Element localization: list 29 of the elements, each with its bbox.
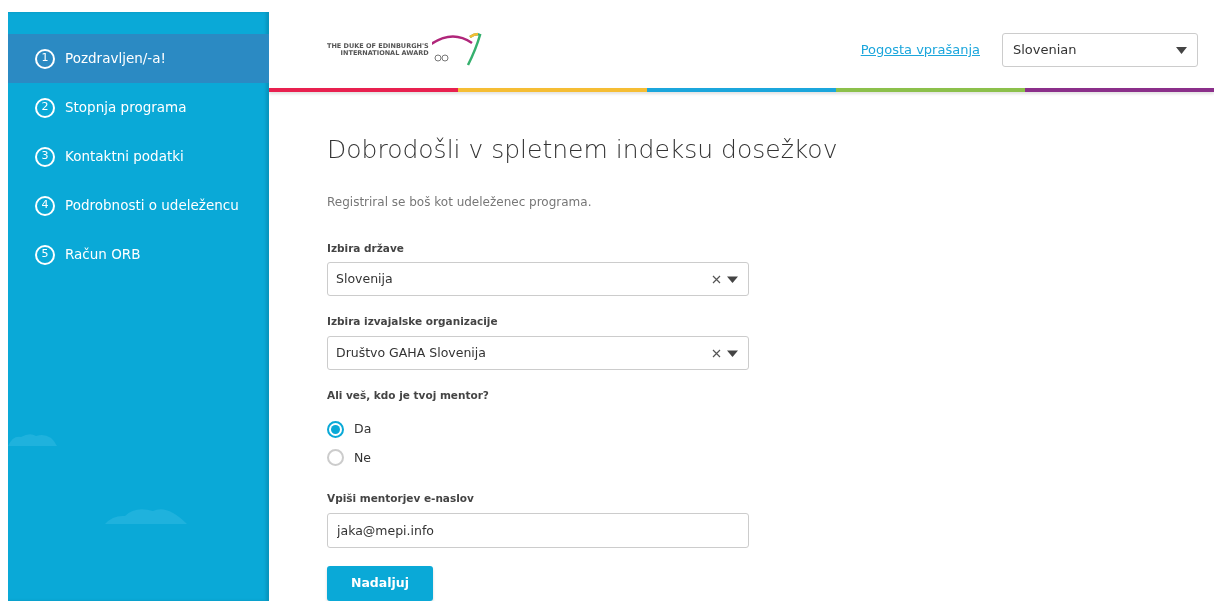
sidebar-item[interactable]: 4 Podrobnosti o udeležencu bbox=[8, 181, 269, 230]
select-field[interactable]: Društvo GAHA Slovenija bbox=[327, 336, 749, 370]
radio-label: Da bbox=[354, 419, 372, 438]
select-field[interactable]: Slovenija bbox=[327, 262, 749, 297]
sidebar-item[interactable]: 1 Pozdravljen/-a! bbox=[8, 34, 269, 83]
field-label: Vpiši mentorjev e-naslov bbox=[327, 491, 475, 507]
radio-label: Ne bbox=[354, 448, 372, 467]
sidebar-item[interactable]: 3 Kontaktni podatki bbox=[8, 132, 269, 181]
subtitle: Registriral se boš kot udeleženec programa. bbox=[327, 193, 593, 211]
continue-button[interactable]: Nadaljuj bbox=[327, 566, 433, 601]
sidebar-item[interactable]: 5 Račun ORB bbox=[8, 230, 269, 279]
step-label: Račun ORB bbox=[65, 245, 141, 265]
faq-link[interactable]: Pogosta vprašanja bbox=[860, 40, 980, 60]
step-label: Podrobnosti o udeležencu bbox=[65, 196, 239, 216]
step-number: 3 bbox=[35, 146, 55, 167]
step-number: 2 bbox=[35, 97, 55, 118]
step-number: 5 bbox=[35, 244, 55, 265]
step-label: Stopnja programa bbox=[65, 98, 187, 118]
page-title: Dobrodošli v spletnem indeksu dosežkov bbox=[327, 134, 839, 166]
sidebar-item[interactable]: 2 Stopnja programa bbox=[8, 83, 269, 132]
step-label: Kontaktni podatki bbox=[65, 147, 184, 167]
field-label: Izbira države bbox=[327, 240, 405, 256]
field-label: Izbira izvajalske organizacije bbox=[327, 314, 499, 330]
step-number: 1 bbox=[35, 48, 55, 69]
step-number: 4 bbox=[35, 195, 55, 216]
step-label: Pozdravljen/-a! bbox=[65, 49, 166, 69]
language-select[interactable]: Slovenian bbox=[1002, 33, 1198, 67]
email-field[interactable]: jaka@mepi.info bbox=[327, 513, 749, 548]
field-label: Ali veš, kdo je tvoj mentor? bbox=[327, 388, 490, 403]
